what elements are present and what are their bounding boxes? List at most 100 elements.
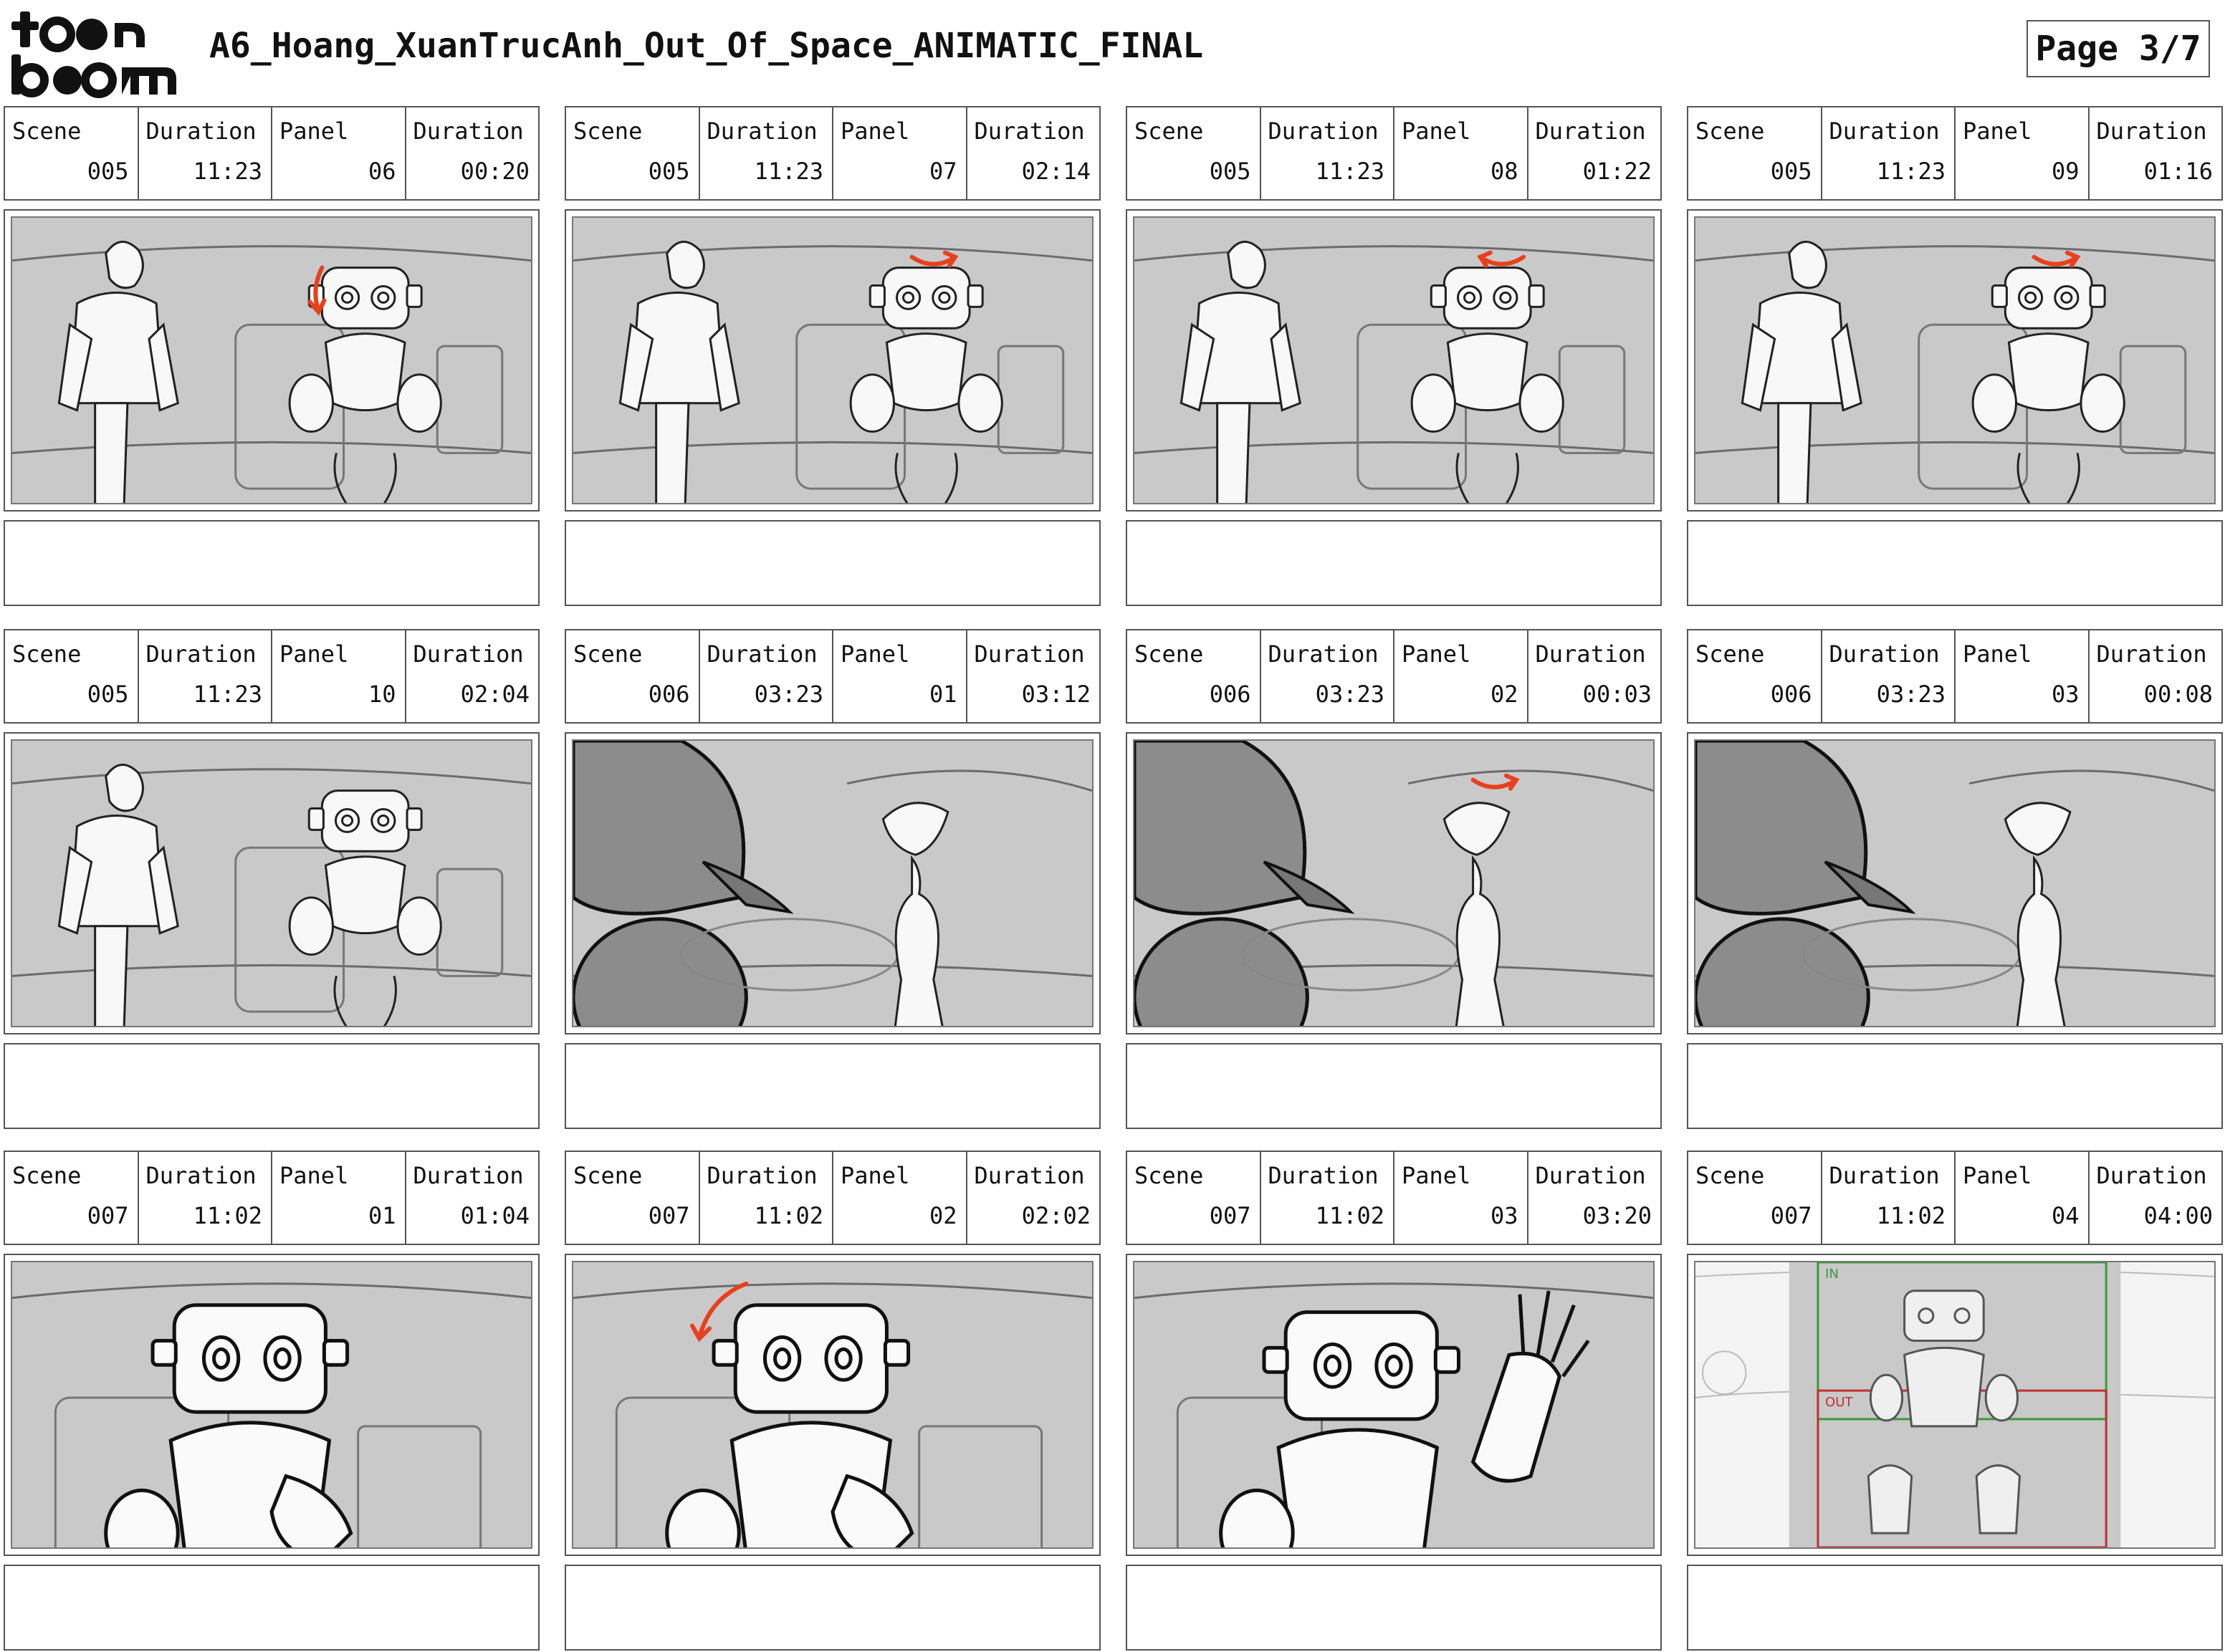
scene-number-label: Scene: [12, 640, 82, 668]
panel-drawing: [572, 216, 1094, 504]
scene-duration-label: Duration: [1268, 640, 1379, 668]
panel-image-frame[interactable]: IN OUT: [1687, 1254, 2223, 1556]
panel-number-label: Panel: [279, 117, 349, 145]
panel-sketch: IN OUT: [1695, 1262, 2214, 1547]
panel-caption-box[interactable]: [1687, 1043, 2223, 1129]
scene-duration-cell: Duration 11:02: [1261, 1152, 1394, 1244]
panel-caption-box[interactable]: [565, 1565, 1101, 1651]
panel-sketch: [12, 1282, 531, 1547]
panel-image-frame[interactable]: [4, 732, 540, 1034]
scene-number-value: 006: [1770, 681, 1812, 708]
scene-number-cell: Scene 005: [1127, 107, 1261, 199]
panel-duration-cell: Duration 01:04: [406, 1152, 539, 1244]
panel-duration-value: 00:03: [1582, 681, 1652, 708]
panel-caption-box[interactable]: [1687, 1565, 2223, 1651]
storyboard-panel[interactable]: Scene 007 Duration 11:02 Panel 03 Durati…: [1126, 1151, 1662, 1651]
panel-image-frame[interactable]: [1126, 209, 1662, 512]
storyboard-panel[interactable]: Scene 005 Duration 11:23 Panel 07 Durati…: [565, 106, 1101, 606]
panel-duration-label: Duration: [2096, 1162, 2207, 1189]
storyboard-panel[interactable]: Scene 006 Duration 03:23 Panel 01 Durati…: [565, 629, 1101, 1129]
scene-duration-value: 03:23: [1315, 681, 1384, 708]
panel-header: Scene 007 Duration 11:02 Panel 02 Durati…: [565, 1151, 1101, 1245]
scene-duration-value: 11:02: [193, 1202, 262, 1229]
scene-duration-value: 11:23: [193, 681, 262, 708]
panel-number-label: Panel: [841, 117, 910, 145]
scene-number-label: Scene: [1134, 1162, 1204, 1189]
page-indicator: Page 3/7: [2027, 20, 2210, 77]
panel-number-label: Panel: [841, 1162, 910, 1189]
panel-caption-box[interactable]: [4, 1043, 540, 1129]
panel-image-frame[interactable]: [565, 209, 1101, 512]
scene-number-value: 005: [87, 681, 129, 708]
scene-number-label: Scene: [1695, 640, 1765, 668]
storyboard-panel[interactable]: Scene 005 Duration 11:23 Panel 06 Durati…: [4, 106, 540, 606]
panel-caption-box[interactable]: [565, 1043, 1101, 1129]
scene-duration-cell: Duration 11:23: [139, 630, 272, 722]
panel-image-frame[interactable]: [1126, 1254, 1662, 1556]
panel-header: Scene 005 Duration 11:23 Panel 10 Durati…: [4, 629, 540, 724]
panel-number-value: 03: [2051, 681, 2080, 708]
storyboard-panel[interactable]: Scene 006 Duration 03:23 Panel 03 Durati…: [1687, 629, 2223, 1129]
logo-mark: [11, 11, 176, 98]
panel-image-frame[interactable]: [1687, 209, 2223, 512]
scene-duration-value: 03:23: [1876, 681, 1946, 708]
scene-duration-cell: Duration 11:02: [139, 1152, 272, 1244]
panel-header: Scene 005 Duration 11:23 Panel 07 Durati…: [565, 106, 1101, 201]
scene-number-cell: Scene 005: [566, 107, 700, 199]
panel-duration-cell: Duration 00:08: [2090, 630, 2222, 722]
panel-number-value: 02: [929, 1202, 957, 1229]
panel-duration-label: Duration: [974, 117, 1085, 145]
panel-caption-box[interactable]: [4, 520, 540, 606]
storyboard-panel[interactable]: Scene 005 Duration 11:23 Panel 08 Durati…: [1126, 106, 1662, 606]
panel-duration-label: Duration: [974, 640, 1085, 668]
panel-header: Scene 005 Duration 11:23 Panel 06 Durati…: [4, 106, 540, 201]
panel-caption-box[interactable]: [565, 520, 1101, 606]
scene-number-label: Scene: [573, 640, 643, 668]
scene-number-label: Scene: [12, 1162, 82, 1189]
panel-image-frame[interactable]: [1687, 732, 2223, 1034]
panel-image-frame[interactable]: [565, 1254, 1101, 1556]
panel-number-value: 06: [368, 158, 396, 185]
panel-drawing: [1133, 1261, 1655, 1549]
panel-number-value: 01: [929, 681, 957, 708]
storyboard-panel[interactable]: Scene 005 Duration 11:23 Panel 10 Durati…: [4, 629, 540, 1129]
storyboard-panel[interactable]: Scene 007 Duration 11:02 Panel 01 Durati…: [4, 1151, 540, 1651]
panel-sketch: [1695, 741, 2214, 1026]
storyboard-panel[interactable]: Scene 007 Duration 11:02 Panel 02 Durati…: [565, 1151, 1101, 1651]
scene-duration-value: 11:23: [1315, 158, 1384, 185]
panel-duration-value: 01:04: [460, 1202, 530, 1229]
scene-duration-label: Duration: [1268, 117, 1379, 145]
panel-number-cell: Panel 03: [1394, 1152, 1528, 1244]
panel-image-frame[interactable]: [565, 732, 1101, 1034]
scene-duration-label: Duration: [1829, 117, 1940, 145]
panel-caption-box[interactable]: [1687, 520, 2223, 606]
panel-drawing: [11, 739, 532, 1027]
storyboard-panel[interactable]: Scene 007 Duration 11:02 Panel 04 Durati…: [1687, 1151, 2223, 1651]
scene-duration-cell: Duration 11:23: [700, 107, 833, 199]
storyboard-panel[interactable]: Scene 006 Duration 03:23 Panel 02 Durati…: [1126, 629, 1662, 1129]
panel-caption-box[interactable]: [1126, 1565, 1662, 1651]
panel-duration-value: 01:16: [2143, 158, 2213, 185]
storyboard-panel[interactable]: Scene 005 Duration 11:23 Panel 09 Durati…: [1687, 106, 2223, 606]
panel-sketch: [12, 764, 531, 1026]
scene-duration-cell: Duration 11:23: [1822, 107, 1956, 199]
panel-caption-box[interactable]: [4, 1565, 540, 1651]
panel-number-label: Panel: [1402, 640, 1471, 668]
frame-in-label: IN: [1825, 1267, 1839, 1282]
panel-number-value: 02: [1490, 681, 1518, 708]
panel-image-frame[interactable]: [1126, 732, 1662, 1034]
panel-header: Scene 006 Duration 03:23 Panel 01 Durati…: [565, 629, 1101, 724]
panel-duration-label: Duration: [1535, 640, 1646, 668]
panel-caption-box[interactable]: [1126, 1043, 1662, 1129]
panel-number-label: Panel: [1402, 117, 1471, 145]
scene-duration-value: 11:02: [754, 1202, 823, 1229]
scene-duration-label: Duration: [707, 1162, 818, 1189]
scene-duration-label: Duration: [1268, 1162, 1379, 1189]
panel-number-label: Panel: [1963, 640, 2032, 668]
panel-image-frame[interactable]: [4, 209, 540, 512]
scene-number-cell: Scene 007: [5, 1152, 139, 1244]
panel-caption-box[interactable]: [1126, 520, 1662, 606]
panel-duration-value: 03:20: [1582, 1202, 1652, 1229]
scene-number-cell: Scene 006: [566, 630, 700, 722]
panel-image-frame[interactable]: [4, 1254, 540, 1556]
